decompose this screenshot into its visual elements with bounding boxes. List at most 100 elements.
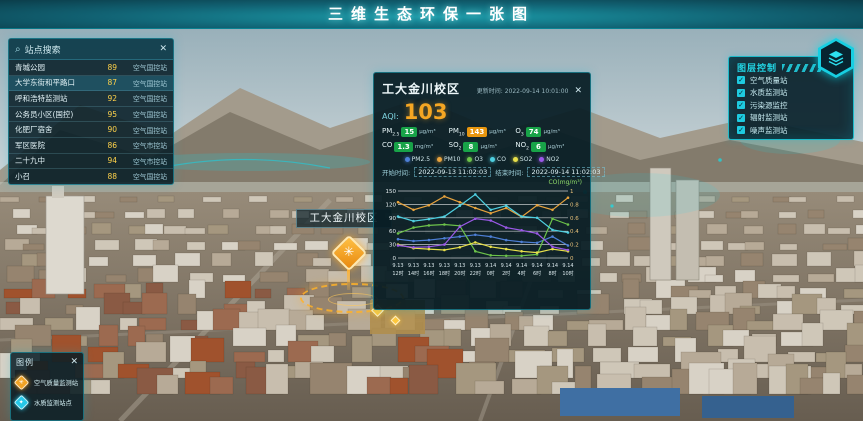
station-type: 空气国控站 — [123, 109, 167, 119]
svg-text:8时: 8时 — [548, 270, 556, 277]
svg-text:90: 90 — [389, 216, 396, 222]
pollutant-cell: NO2 6 μg/m³ — [515, 141, 582, 151]
svg-text:9.14: 9.14 — [516, 263, 527, 269]
svg-text:4时: 4时 — [518, 270, 526, 277]
update-time-value: 2022-09-14 10:01:00 — [505, 88, 569, 95]
svg-text:14时: 14时 — [408, 270, 419, 277]
station-name: 化肥厂宿舍 — [15, 124, 97, 135]
pollutant-cell: CO 1.3 mg/m³ — [382, 141, 449, 151]
svg-text:18时: 18时 — [439, 270, 450, 277]
checkbox-checked-icon[interactable]: ✓ — [737, 101, 745, 109]
svg-text:0.4: 0.4 — [570, 229, 579, 235]
checkbox-checked-icon[interactable]: ✓ — [737, 89, 745, 97]
checkbox-checked-icon[interactable]: ✓ — [737, 76, 745, 84]
svg-text:9.14: 9.14 — [501, 263, 512, 269]
station-name: 公务员小区(国控) — [15, 109, 97, 120]
layer-items: ✓ 空气质量站✓ 水质监测站✓ 污染源监控✓ 辐射监测站✓ 噪声监测站 — [737, 74, 845, 137]
close-icon[interactable]: ✕ — [574, 87, 582, 96]
layers-hex-icon[interactable] — [818, 38, 854, 78]
station-list-panel: ⌕ 站点搜索 ✕ 青城公园 89 空气国控站大学东街和平路口 87 空气国控站呼… — [8, 38, 174, 185]
station-aqi: 90 — [97, 125, 117, 134]
svg-text:9.14: 9.14 — [485, 263, 496, 269]
svg-text:9.13: 9.13 — [454, 263, 465, 269]
svg-text:0.6: 0.6 — [570, 216, 579, 222]
station-row[interactable]: 青城公园 89 空气国控站 — [9, 60, 173, 76]
svg-text:20时: 20时 — [454, 270, 465, 277]
map-legend-item[interactable]: ✦ 水质监测站点 — [16, 397, 78, 408]
station-type: 空气市控站 — [123, 140, 167, 150]
legend-dot — [467, 157, 472, 162]
layer-toggle[interactable]: ✓ 污染源监控 — [737, 99, 845, 112]
legend-item[interactable]: SO2 — [513, 156, 532, 163]
svg-text:12时: 12时 — [392, 270, 403, 277]
station-aqi: 89 — [97, 63, 117, 72]
pollutant-value-chip: 143 — [467, 127, 488, 137]
svg-text:9.13: 9.13 — [408, 263, 419, 269]
station-row[interactable]: 呼和浩特监测站 92 空气国控站 — [9, 91, 173, 107]
svg-text:9.13: 9.13 — [439, 263, 450, 269]
legend-items: ✳ 空气质量监测站 ✦ 水质监测站点 — [16, 377, 78, 408]
legend-dot — [405, 157, 410, 162]
map-legend-item[interactable]: ✳ 空气质量监测站 — [16, 377, 78, 388]
pollutant-cell: PM2.5 15 μg/m³ — [382, 127, 449, 137]
end-time-input[interactable]: 2022-09-14 11:02:03 — [527, 167, 604, 177]
layer-toggle[interactable]: ✓ 辐射监测站 — [737, 112, 845, 125]
close-icon[interactable]: ✕ — [159, 45, 167, 54]
pollutant-grid: PM2.5 15 μg/m³PM10 143 μg/m³O3 74 μg/m³ C… — [382, 127, 582, 152]
legend-dot — [437, 157, 442, 162]
start-time-input[interactable]: 2022-09-13 11:02:03 — [414, 167, 491, 177]
pollutant-line-chart: 030609012015000.20.40.60.819.1312时9.1314… — [382, 186, 582, 294]
station-row[interactable]: 公务员小区(国控) 95 空气国控站 — [9, 107, 173, 123]
station-row[interactable]: 大学东街和平路口 87 空气国控站 — [9, 76, 173, 92]
svg-text:0.8: 0.8 — [570, 202, 579, 208]
station-type: 空气国控站 — [123, 93, 167, 103]
pollutant-cell: O3 74 μg/m³ — [515, 127, 582, 137]
svg-text:0.2: 0.2 — [570, 242, 579, 248]
pollutant-cell: PM10 143 μg/m³ — [449, 127, 516, 137]
legend-item[interactable]: PM10 — [437, 156, 460, 163]
svg-text:9.14: 9.14 — [562, 263, 573, 269]
pollutant-value-chip: 1.3 — [394, 142, 412, 152]
legend-item[interactable]: NO2 — [539, 156, 559, 163]
station-name: 呼和浩特监测站 — [15, 93, 97, 104]
station-name: 青城公园 — [15, 62, 97, 73]
layer-toggle[interactable]: ✓ 噪声监测站 — [737, 124, 845, 137]
checkbox-checked-icon[interactable]: ✓ — [737, 126, 745, 134]
station-name: 小召 — [15, 171, 97, 182]
pollutant-cell: SO2 8 μg/m³ — [449, 141, 516, 151]
station-name: 大学东街和平路口 — [15, 77, 97, 88]
right-axis-label: CO(mg/m³) — [382, 179, 582, 186]
station-row[interactable]: 军区医院 86 空气市控站 — [9, 138, 173, 154]
page-title: 三维生态环保一张图 — [328, 0, 535, 29]
search-icon[interactable]: ⌕ — [15, 44, 21, 55]
chart-svg: 030609012015000.20.40.60.819.1312时9.1314… — [382, 186, 584, 290]
update-time-label: 更新时间: — [477, 88, 503, 95]
station-aqi: 92 — [97, 94, 117, 103]
aqi-label: AQI: — [382, 112, 399, 121]
checkbox-checked-icon[interactable]: ✓ — [737, 114, 745, 122]
legend-item[interactable]: PM2.5 — [405, 156, 430, 163]
end-time-label: 结束时间: — [495, 167, 523, 177]
svg-text:30: 30 — [389, 242, 396, 248]
svg-text:9.14: 9.14 — [547, 263, 558, 269]
station-row[interactable]: 二十九中 94 空气市控站 — [9, 154, 173, 170]
svg-text:6时: 6时 — [533, 270, 541, 277]
svg-text:10时: 10时 — [562, 270, 573, 277]
legend-item[interactable]: O3 — [467, 156, 483, 163]
pollutant-value-chip: 15 — [401, 127, 417, 137]
station-row[interactable]: 化肥厂宿舍 90 空气国控站 — [9, 122, 173, 138]
svg-text:60: 60 — [389, 229, 396, 235]
svg-text:2时: 2时 — [502, 270, 510, 277]
svg-text:0: 0 — [393, 256, 397, 262]
svg-text:16时: 16时 — [423, 270, 434, 277]
station-panel-title: 站点搜索 — [25, 43, 61, 56]
layer-toggle[interactable]: ✓ 水质监测站 — [737, 87, 845, 100]
station-row[interactable]: 小召 88 空气国控站 — [9, 169, 173, 185]
station-name: 二十九中 — [15, 155, 97, 166]
station-aqi: 94 — [97, 156, 117, 165]
legend-dot — [490, 157, 495, 162]
layer-panel-title: 图层控制 — [737, 61, 777, 74]
legend-item[interactable]: CO — [490, 156, 506, 163]
station-aqi: 87 — [97, 78, 117, 87]
close-icon[interactable]: ✕ — [70, 358, 78, 367]
